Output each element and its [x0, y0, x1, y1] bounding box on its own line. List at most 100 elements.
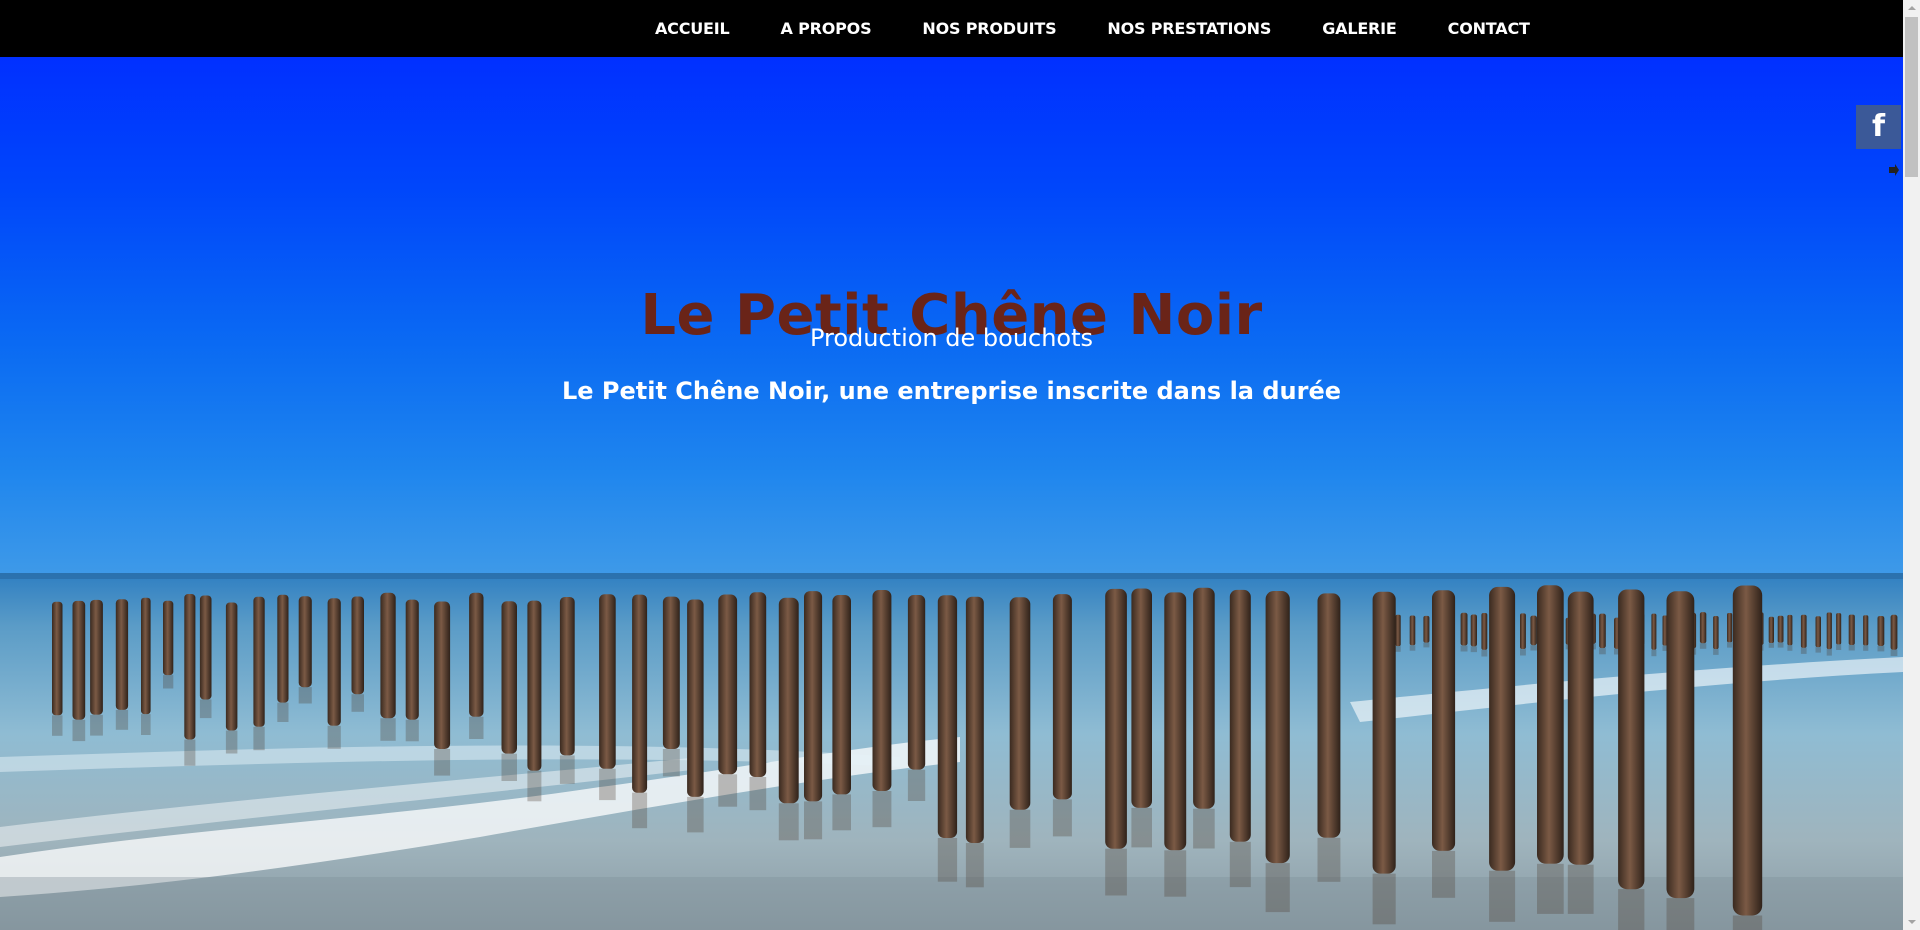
pole-reflection [298, 687, 312, 704]
wooden-pole [199, 595, 212, 700]
wooden-pole [687, 599, 704, 797]
nav-item-galerie[interactable]: GALERIE [1322, 19, 1397, 38]
pole-reflection [1863, 645, 1869, 651]
wooden-pole [632, 594, 648, 793]
nav-item-contact[interactable]: CONTACT [1448, 19, 1530, 38]
nav-item-nos-prestations[interactable]: NOS PRESTATIONS [1107, 19, 1271, 38]
pole-reflection [1713, 649, 1719, 655]
wooden-pole [527, 600, 542, 771]
pole-reflection [1317, 837, 1341, 882]
wooden-pole [1567, 591, 1594, 865]
nav-item-a-propos[interactable]: A PROPOS [781, 19, 872, 38]
hero-subtitle: Production de bouchots [809, 324, 1094, 352]
pole-reflection [52, 715, 63, 736]
wooden-pole [1409, 615, 1416, 646]
wooden-pole [1826, 612, 1832, 650]
wooden-pole [1052, 594, 1072, 800]
wooden-pole [1666, 591, 1695, 899]
pole-reflection [199, 699, 212, 719]
pole-reflection [937, 838, 958, 882]
nav-menu: ACCUEIL A PROPOS NOS PRODUITS NOS PRESTA… [655, 0, 1530, 57]
pole-reflection [1732, 915, 1763, 930]
wooden-pole [1768, 616, 1774, 643]
pole-reflection [1727, 642, 1733, 648]
vertical-scrollbar[interactable] [1903, 0, 1920, 930]
pole-reflection [1848, 645, 1855, 651]
wooden-pole [380, 592, 396, 719]
pole-reflection [72, 719, 86, 742]
wooden-pole [1848, 614, 1855, 645]
pole-reflection [1409, 645, 1416, 651]
pole-reflection [1890, 649, 1898, 656]
wooden-pole [1618, 589, 1645, 890]
pole-reflection [1787, 645, 1793, 651]
pole-reflection [380, 718, 396, 741]
pole-reflection [184, 739, 196, 766]
wooden-pole [351, 596, 364, 695]
nav-item-accueil[interactable]: ACCUEIL [655, 19, 730, 38]
wooden-pole [225, 602, 238, 731]
pole-reflection [749, 777, 767, 811]
wooden-pole [937, 595, 958, 838]
wooden-pole [1395, 614, 1401, 647]
pole-reflection [1131, 807, 1152, 848]
wooden-pole [1470, 614, 1477, 647]
wooden-pole [599, 594, 616, 769]
pole-reflection [1699, 643, 1707, 649]
pole-reflection [253, 726, 265, 751]
pole-reflection [1768, 643, 1774, 648]
pole-reflection [1265, 863, 1290, 913]
pole-reflection [1432, 850, 1456, 898]
pole-reflection [351, 694, 364, 712]
wooden-pole [778, 597, 799, 804]
wooden-pole [1460, 612, 1468, 646]
scrollbar-thumb[interactable] [1905, 17, 1918, 177]
main-navigation: ACCUEIL A PROPOS NOS PRODUITS NOS PRESTA… [0, 0, 1903, 57]
pole-reflection [1489, 870, 1516, 922]
pole-reflection [277, 702, 289, 722]
wooden-pole [1530, 615, 1537, 646]
wooden-pole [1815, 616, 1821, 648]
arrow-right-icon[interactable] [1888, 164, 1900, 176]
wooden-pole [804, 591, 823, 802]
wooden-pole [1105, 588, 1127, 849]
pole-reflection [1537, 863, 1564, 914]
wooden-pole [1890, 614, 1898, 650]
pole-reflection [115, 709, 129, 730]
wooden-pole [907, 595, 926, 770]
pole-reflection [778, 803, 799, 841]
pole-reflection [1395, 646, 1401, 652]
wooden-pole [1800, 614, 1807, 648]
pole-reflection [1877, 646, 1885, 652]
pole-reflection [1460, 645, 1468, 652]
nav-item-nos-produits[interactable]: NOS PRODUITS [922, 19, 1056, 38]
wooden-pole [1229, 589, 1251, 842]
wooden-pole [965, 596, 984, 843]
facebook-button[interactable]: f [1856, 105, 1901, 149]
wooden-pole [1317, 593, 1341, 838]
hero-background-photo [0, 57, 1903, 930]
pole-reflection [469, 716, 484, 739]
pole-reflection [1666, 898, 1695, 930]
wooden-pole [1489, 586, 1516, 871]
pole-reflection [718, 774, 738, 807]
wooden-pole [1432, 590, 1456, 851]
pole-reflection [527, 770, 542, 802]
pole-reflection [434, 749, 451, 776]
pole-reflection [1105, 848, 1127, 896]
wooden-pole [718, 594, 738, 775]
pole-reflection [405, 719, 419, 742]
pole-reflection [687, 796, 704, 833]
pole-reflection [1777, 642, 1784, 648]
wooden-pole [405, 599, 419, 720]
wooden-pole [1777, 615, 1784, 643]
scroll-down-arrow-icon[interactable] [1903, 913, 1920, 930]
wooden-pole [90, 599, 103, 715]
wooden-pole [1836, 613, 1842, 645]
pole-reflection [1009, 809, 1031, 848]
pole-reflection [907, 769, 926, 801]
scroll-up-arrow-icon[interactable] [1903, 0, 1920, 17]
wooden-pole [501, 601, 517, 754]
pole-reflection [872, 791, 892, 828]
pole-reflection [559, 755, 575, 784]
